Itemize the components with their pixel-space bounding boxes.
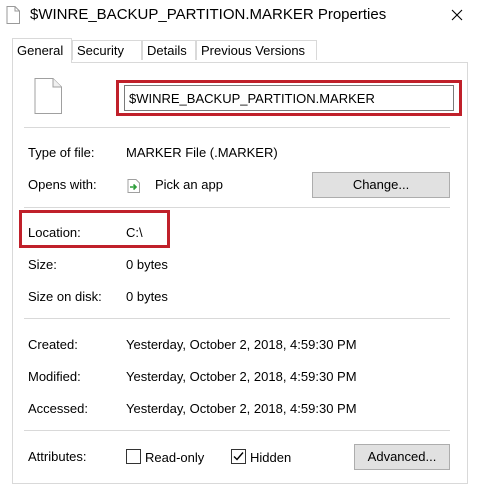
file-name-input[interactable] [124, 85, 454, 111]
separator [24, 207, 450, 208]
hidden-checkbox[interactable] [231, 449, 246, 464]
properties-window: $WINRE_BACKUP_PARTITION.MARKER Propertie… [0, 0, 480, 496]
opens-with-label: Opens with: [28, 177, 97, 192]
accessed-label: Accessed: [28, 401, 88, 416]
hidden-label[interactable]: Hidden [250, 450, 291, 465]
tab-security[interactable]: Security [72, 40, 142, 60]
size-on-disk-label: Size on disk: [28, 289, 102, 304]
size-value: 0 bytes [126, 257, 168, 272]
general-panel [12, 62, 468, 484]
location-label: Location: [28, 225, 81, 240]
file-large-icon [34, 78, 62, 114]
accessed-value: Yesterday, October 2, 2018, 4:59:30 PM [126, 401, 357, 416]
close-icon [451, 9, 463, 21]
read-only-checkbox[interactable] [126, 449, 141, 464]
close-button[interactable] [442, 2, 472, 28]
type-value: MARKER File (.MARKER) [126, 145, 278, 160]
size-on-disk-value: 0 bytes [126, 289, 168, 304]
separator [24, 430, 450, 431]
size-label: Size: [28, 257, 57, 272]
type-label: Type of file: [28, 145, 95, 160]
file-icon [6, 6, 20, 24]
modified-label: Modified: [28, 369, 81, 384]
modified-value: Yesterday, October 2, 2018, 4:59:30 PM [126, 369, 357, 384]
opens-with-value: Pick an app [155, 177, 223, 192]
advanced-button[interactable]: Advanced... [354, 444, 450, 470]
tab-details[interactable]: Details [142, 40, 196, 60]
separator [24, 318, 450, 319]
window-title: $WINRE_BACKUP_PARTITION.MARKER Propertie… [30, 6, 387, 23]
attributes-label: Attributes: [28, 449, 87, 464]
pick-app-icon [127, 179, 140, 193]
read-only-label[interactable]: Read-only [145, 450, 204, 465]
tab-general[interactable]: General [12, 38, 72, 63]
change-button[interactable]: Change... [312, 172, 450, 198]
separator [24, 127, 450, 128]
checkmark-icon [233, 452, 244, 461]
created-label: Created: [28, 337, 78, 352]
location-value: C:\ [126, 225, 143, 240]
created-value: Yesterday, October 2, 2018, 4:59:30 PM [126, 337, 357, 352]
title-bar: $WINRE_BACKUP_PARTITION.MARKER Propertie… [0, 0, 480, 32]
tab-previous-versions[interactable]: Previous Versions [196, 40, 317, 60]
